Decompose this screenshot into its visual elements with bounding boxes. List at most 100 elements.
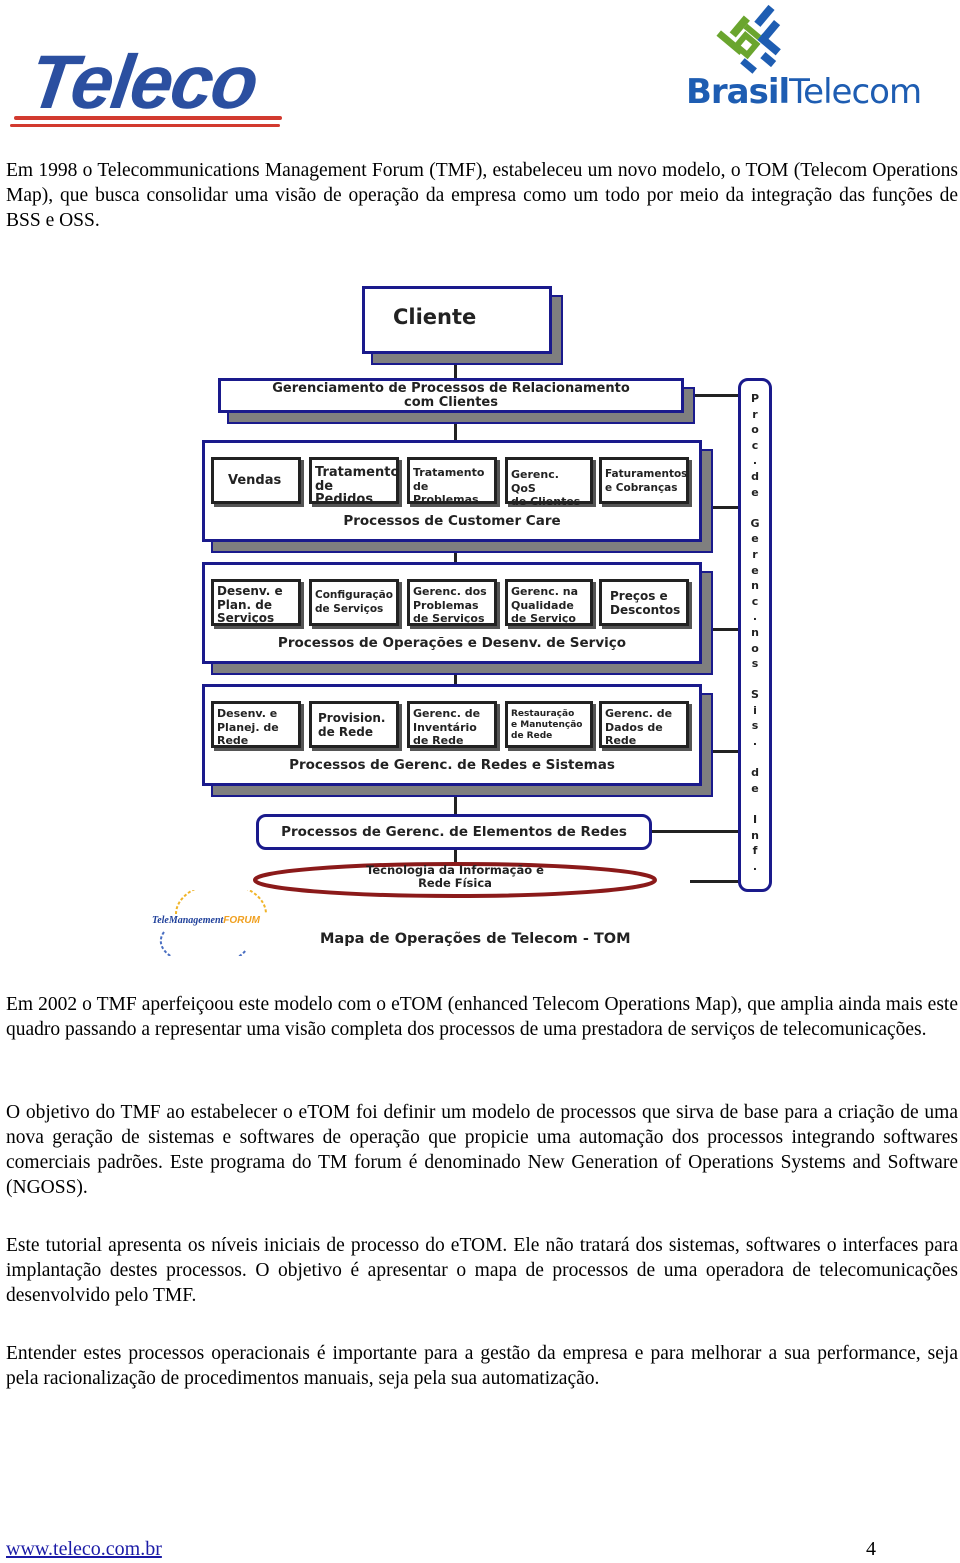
process-label: de Clientes <box>511 495 581 508</box>
footer-website-link[interactable]: www.teleco.com.br <box>6 1538 162 1561</box>
sidebar-letter: e <box>751 563 759 577</box>
tom-diagram: Cliente Gerenciamento de Processos de Re… <box>140 280 800 960</box>
layer-customer-care: Vendas Tratamento de Pedidos Tratamento de… <box>202 440 702 542</box>
process-label: Rede <box>605 734 637 747</box>
process-label: Plan. de <box>217 597 273 612</box>
process-label: Gerenc. de <box>413 707 481 720</box>
process-label: Rede <box>217 734 249 747</box>
teleco-logo-text: Teleco <box>24 40 262 125</box>
process-box: Gerenc. na Qualidade de Serviço <box>505 579 593 626</box>
tm-forum-logo-text: TeleManagement <box>152 915 224 926</box>
process-box: Gerenc. dos Problemas de Serviços <box>407 579 497 626</box>
connector-line <box>690 880 740 883</box>
process-label: Problemas <box>413 598 479 612</box>
information-systems-sidebar: Proc.de Gerenc.nos Sis. de Inf. <box>738 378 772 892</box>
process-box: Tratamento de Problemas <box>407 457 497 506</box>
sidebar-letter <box>753 500 757 516</box>
client-box: Cliente <box>362 286 552 354</box>
process-label: Tratamento <box>315 465 400 480</box>
process-label: Vendas <box>228 473 282 488</box>
teleco-logo: Teleco <box>8 38 298 130</box>
process-box: Configuração de Serviços <box>309 579 399 626</box>
sidebar-letter: e <box>751 781 759 795</box>
process-label: de Serviço <box>511 612 576 625</box>
process-box: Desenv. e Plan. de Serviços <box>211 579 301 626</box>
process-label: Gerenc. dos <box>413 585 487 598</box>
crm-label-line-2: com Clientes <box>403 395 498 410</box>
sidebar-letter: n <box>751 579 759 593</box>
infrastructure-label: Tecnologia da Informação e Rede Física <box>250 864 660 890</box>
sidebar-letter: f <box>752 844 758 858</box>
logo-swoosh <box>10 124 280 127</box>
process-label: Qualidade <box>511 598 574 612</box>
process-box: Gerenc. de Dados de Rede <box>599 701 689 748</box>
sidebar-letter: S <box>751 688 759 702</box>
sidebar-letter <box>753 750 757 766</box>
process-label: de Rede <box>413 734 464 747</box>
sidebar-letter: e <box>751 485 759 499</box>
paragraph-intro-tom: Em 1998 o Telecommunications Management … <box>6 160 958 231</box>
diagram-caption: Mapa de Operações de Telecom - TOM <box>320 931 631 947</box>
connector-line <box>690 394 740 397</box>
sidebar-letter: i <box>753 703 757 717</box>
process-label: Descontos <box>610 602 681 617</box>
process-label: Serviços <box>217 611 275 625</box>
layer-service-operations: Desenv. e Plan. de Serviços Configuração de… <box>202 562 702 664</box>
connector-line <box>708 750 740 753</box>
process-box: Provision. de Rede <box>309 701 399 748</box>
process-label: de Pedidos <box>315 478 374 507</box>
process-box: Gerenc. de Inventário de Rede <box>407 701 497 748</box>
paragraph-tutorial: Este tutorial apresenta os níveis inicia… <box>6 1235 958 1306</box>
network-elements-box: Processos de Gerenc. de Elementos de Red… <box>256 814 652 850</box>
process-box: Vendas <box>211 457 301 504</box>
sidebar-letter: s <box>751 657 759 671</box>
process-label: Dados de <box>605 720 663 734</box>
infrastructure-label-line-2: Rede Física <box>418 876 492 890</box>
process-label: Provision. <box>318 711 386 725</box>
process-label: Configuração <box>315 589 393 601</box>
sidebar-letter: G <box>750 516 760 530</box>
sidebar-letter: . <box>752 610 758 624</box>
process-label: Planej. de <box>217 720 279 734</box>
process-label: Gerenc. de <box>605 707 673 720</box>
process-label: Faturamentos <box>605 468 688 480</box>
sidebar-letter <box>753 672 757 688</box>
sidebar-letter: d <box>751 469 759 483</box>
tm-forum-logo: TeleManagementFORUM <box>146 890 276 956</box>
process-label: Inventário <box>413 720 477 734</box>
connector-line <box>652 830 740 833</box>
sidebar-letter: n <box>751 625 759 639</box>
sidebar-letter: c <box>751 594 759 608</box>
sidebar-letter: . <box>752 859 758 873</box>
connector-line <box>708 628 740 631</box>
layer-network-systems: Desenv. e Planej. de Rede Provision. de Red… <box>202 684 702 786</box>
crm-process-box: Gerenciamento de Processos de Relacionam… <box>218 378 684 413</box>
layer-title: Processos de Operações e Desenv. de Serv… <box>277 635 627 651</box>
sidebar-letter: n <box>751 828 759 842</box>
process-label: Restauração <box>511 709 575 719</box>
brasil-telecom-logo: BrasilTelecom <box>680 2 922 114</box>
process-label: de Serviços <box>315 602 384 615</box>
paragraph-importance: Entender estes processos operacionais é … <box>6 1343 958 1389</box>
sidebar-letter: o <box>751 641 759 655</box>
process-label: Desenv. e <box>217 707 278 720</box>
crm-label-line-1: Gerenciamento de Processos de Relacionam… <box>272 381 630 396</box>
brasil-telecom-mark-icon <box>716 4 781 74</box>
sidebar-letter: . <box>752 454 758 468</box>
layer-title: Processos de Gerenc. de Redes e Sistemas <box>289 757 615 773</box>
sidebar-letter: . <box>752 735 758 749</box>
logo-swoosh <box>14 116 282 120</box>
process-box: Restauração e Manutenção de Rede <box>505 701 593 748</box>
process-box: Preços e Descontos <box>599 579 689 626</box>
process-box: Faturamentos e Cobranças <box>599 457 689 504</box>
process-label: de Serviços <box>413 612 485 625</box>
process-label: e Cobranças <box>605 481 678 494</box>
process-label: e Manutenção <box>511 720 583 730</box>
sidebar-letter: d <box>751 766 759 780</box>
process-label: Preços e <box>610 589 668 603</box>
sidebar-letter: c <box>751 438 759 452</box>
process-label: Desenv. e <box>217 584 283 598</box>
layer-title: Processos de Customer Care <box>343 513 561 529</box>
paragraph-objective: O objetivo do TMF ao estabelecer o eTOM … <box>6 1102 958 1198</box>
process-label: de Rede <box>511 731 553 741</box>
